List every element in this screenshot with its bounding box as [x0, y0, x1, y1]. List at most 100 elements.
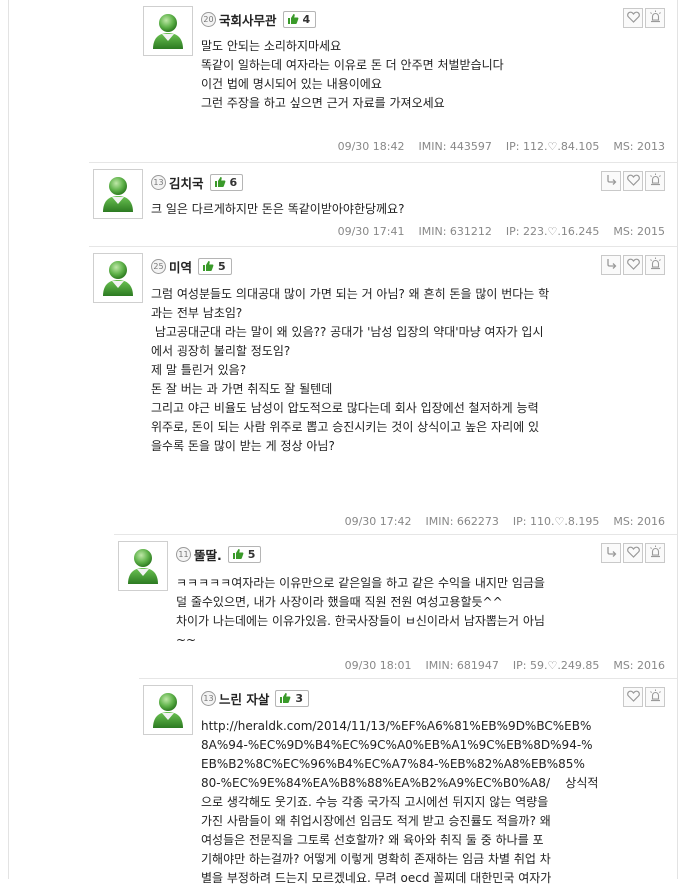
reply-button[interactable]: [601, 543, 621, 563]
like-count-badge: 3: [275, 689, 310, 707]
comment-ms: MS: 2015: [613, 225, 665, 238]
avatar[interactable]: [143, 6, 193, 56]
report-button[interactable]: [645, 8, 665, 28]
like-count: 6: [229, 175, 238, 189]
comment-line: 똑같이 일하는데 여자라는 이유로 돈 더 안주면 처벌받습니다: [201, 58, 504, 72]
comment-header: 11 뚤딸. 5: [176, 545, 262, 564]
comment-line: 을수록 돈을 많이 받는 게 정상 아님?: [151, 439, 335, 453]
like-count: 3: [295, 691, 304, 705]
comment-body: http://heraldk.com/2014/11/13/%EF%A6%81%…: [201, 717, 665, 888]
like-button[interactable]: [623, 255, 643, 275]
like-button[interactable]: [623, 687, 643, 707]
comment-item: 20 국회사무관 4 말도 안되는 소리하지마세요 똑같이 일하는데 여자라는 …: [139, 0, 677, 162]
comment-line: ~~: [176, 633, 197, 647]
comment-actions: [621, 687, 665, 707]
comment-body: 말도 안되는 소리하지마세요 똑같이 일하는데 여자라는 이유로 돈 더 안주면…: [201, 37, 665, 113]
comment-line: 남고공대군대 라는 말이 왜 있음?? 공대가 '남성 입장의 약대'마냥 여자…: [151, 325, 544, 339]
reply-button[interactable]: [601, 255, 621, 275]
level-badge: 20: [201, 11, 216, 27]
comment-line: 가진 사람들이 왜 취업시장에선 임금도 적게 받고 승진률도 적을까? 왜: [201, 814, 551, 828]
like-button[interactable]: [623, 171, 643, 191]
report-button[interactable]: [645, 171, 665, 191]
heart-icon: [626, 546, 640, 561]
report-button[interactable]: [645, 687, 665, 707]
siren-icon: [649, 10, 662, 26]
comment-date: 09/30 17:42: [344, 515, 412, 528]
comment-line: 위주로, 돈이 되는 사람 위주로 뽑고 승진시키는 것이 상식이고 높은 자리…: [151, 420, 540, 434]
report-button[interactable]: [645, 543, 665, 563]
like-count-badge: 5: [227, 545, 262, 563]
comment-item: 13 느린 자살 3 http://heraldk.com/2014/11/13…: [139, 678, 677, 885]
siren-icon: [649, 173, 662, 189]
comment-item: 11 뚤딸. 5 ㅋㅋㅋㅋㅋ여자라는 이유만으로 같은일을 하고 같은 수익을 …: [114, 534, 677, 679]
comment-meta: 09/30 17:42 IMIN: 662273 IP: 110.♡.8.195 MS…: [331, 515, 665, 528]
comment-line: 돈 잘 버는 과 가면 취직도 잘 될텐데: [151, 382, 333, 396]
nickname[interactable]: 미역: [169, 257, 192, 276]
like-button[interactable]: [623, 8, 643, 28]
report-button[interactable]: [645, 255, 665, 275]
like-count-badge: 4: [282, 10, 317, 28]
comment-line[interactable]: 8A%94-%EC%9D%B4%EC%9C%A0%EB%A1%9C%EB%8D%…: [201, 736, 665, 755]
reply-arrow-icon: [605, 258, 618, 273]
comment-item: 25 미역 5 그럼 여성분들도 의대공대 많이 가면 되는 거 아님? 왜 흔…: [89, 246, 677, 535]
nickname[interactable]: 느린 자살: [219, 689, 269, 708]
comment-line: 덜 줄수있으면, 내가 사장이라 했을때 직원 전원 여성고용할듯^^: [176, 595, 503, 609]
comment-date: 09/30 18:42: [337, 140, 405, 153]
reply-arrow-icon: [605, 546, 618, 561]
comment-header: 25 미역 5: [151, 257, 232, 275]
comment-date: 09/30 17:41: [337, 225, 405, 238]
comment-imin: IMIN: 662273: [425, 515, 499, 528]
comment-ip: IP: 59.♡.249.85: [512, 659, 600, 672]
comment-header: 13 느린 자살 3: [201, 689, 310, 708]
level-badge: 13: [201, 690, 216, 706]
comment-line: 과는 전부 남초임?: [151, 306, 243, 320]
avatar[interactable]: [93, 169, 143, 219]
nickname[interactable]: 김치국: [169, 173, 204, 192]
comment-ip: IP: 112.♡.84.105: [505, 140, 600, 153]
comment-item: 13 김치국 6 크 일은 다르게하지만 돈은 똑같이받아야한당께요? 09/3…: [89, 162, 677, 247]
siren-icon: [649, 689, 662, 705]
like-count: 4: [302, 12, 311, 26]
comment-actions: [621, 8, 665, 28]
comment-body: 그럼 여성분들도 의대공대 많이 가면 되는 거 아님? 왜 흔히 돈을 많이 …: [151, 285, 665, 456]
thumbs-up-icon: [287, 13, 299, 25]
comment-ip: IP: 223.♡.16.245: [505, 225, 600, 238]
nickname[interactable]: 국회사무관: [219, 10, 277, 29]
comment-line: 크 일은 다르게하지만 돈은 똑같이받아야한당께요?: [151, 202, 405, 216]
comment-header: 20 국회사무관 4: [201, 10, 317, 29]
nickname[interactable]: 뚤딸.: [194, 545, 222, 564]
heart-icon: [626, 258, 640, 273]
comment-line: 기해야만 하는걸까? 어떻게 이렇게 명확히 존재하는 임금 차별 취업 차: [201, 852, 551, 866]
reply-arrow-icon: [605, 174, 618, 189]
comment-imin: IMIN: 681947: [425, 659, 499, 672]
comment-line: 그럼 여성분들도 의대공대 많이 가면 되는 거 아님? 왜 흔히 돈을 많이 …: [151, 287, 550, 301]
comment-line: 이건 법에 명시되어 있는 내용이에요: [201, 77, 382, 91]
comment-ip: IP: 110.♡.8.195: [512, 515, 600, 528]
like-count-badge: 5: [198, 257, 232, 275]
comment-line: 으로 생각해도 웃기죠. 수능 각종 국가직 고시에선 뒤지지 않는 역량을: [201, 795, 549, 809]
level-badge: 25: [151, 258, 166, 274]
avatar[interactable]: [93, 253, 143, 303]
comment-imin: IMIN: 443597: [418, 140, 492, 153]
comment-line: 제 말 틀린거 있음?: [151, 363, 247, 377]
comment-line[interactable]: http://heraldk.com/2014/11/13/%EF%A6%81%…: [201, 717, 665, 736]
comment-imin: IMIN: 631212: [418, 225, 492, 238]
avatar[interactable]: [118, 541, 168, 591]
heart-icon: [626, 11, 640, 26]
comment-line: 차이가 나는데에는 이유가있음. 한국사장들이 ㅂ신이라서 남자뽑는거 아님: [176, 614, 545, 628]
siren-icon: [649, 545, 662, 561]
like-count: 5: [247, 547, 256, 561]
avatar[interactable]: [143, 685, 193, 735]
comment-line[interactable]: EB%B2%8C%EC%96%B4%EC%A7%84-%EB%82%A8%EB%…: [201, 755, 665, 774]
thumbs-up-icon: [279, 692, 291, 704]
reply-button[interactable]: [601, 171, 621, 191]
comment-body: ㅋㅋㅋㅋㅋ여자라는 이유만으로 같은일을 하고 같은 수익을 내지만 임금을 덜…: [176, 574, 665, 650]
like-button[interactable]: [623, 543, 643, 563]
level-badge: 13: [151, 174, 166, 190]
siren-icon: [649, 257, 662, 273]
thumbs-up-icon: [202, 260, 214, 272]
comment-line: 그리고 야근 비율도 남성이 압도적으로 많다는데 회사 입장에선 철저하게 능…: [151, 401, 539, 415]
comment-meta: 09/30 18:42 IMIN: 443597 IP: 112.♡.84.105 M…: [324, 140, 665, 153]
comment-ms: MS: 2016: [613, 659, 665, 672]
comment-meta: 09/30 17:41 IMIN: 631212 IP: 223.♡.16.245 M…: [324, 225, 665, 238]
